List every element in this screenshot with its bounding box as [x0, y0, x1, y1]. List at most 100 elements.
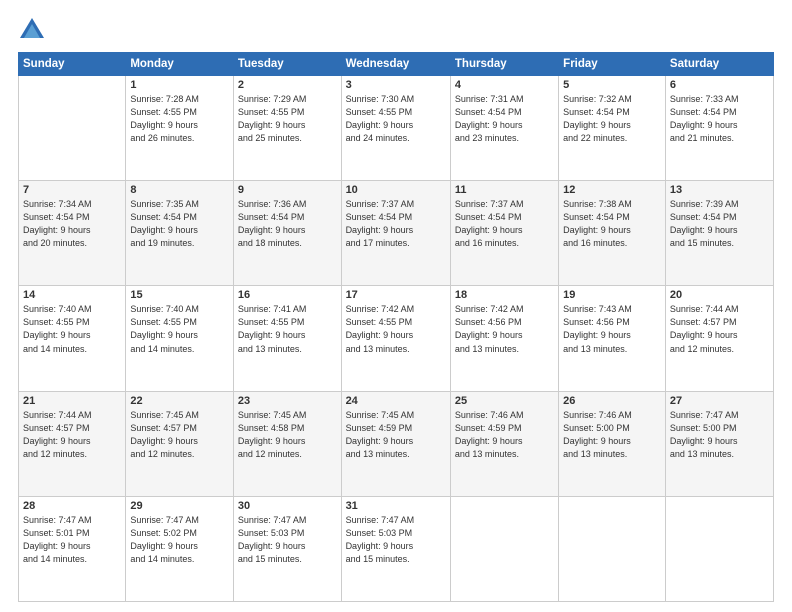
cell-content: Sunrise: 7:43 AM Sunset: 4:56 PM Dayligh… [563, 303, 661, 355]
day-number: 21 [23, 395, 121, 407]
cell-content: Sunrise: 7:36 AM Sunset: 4:54 PM Dayligh… [238, 198, 337, 250]
cell-content: Sunrise: 7:33 AM Sunset: 4:54 PM Dayligh… [670, 93, 769, 145]
week-row-2: 7 Sunrise: 7:34 AM Sunset: 4:54 PM Daylig… [19, 181, 774, 286]
calendar-cell: 31 Sunrise: 7:47 AM Sunset: 5:03 PM Dayli… [341, 496, 450, 601]
day-header-tuesday: Tuesday [233, 53, 341, 76]
cell-content: Sunrise: 7:29 AM Sunset: 4:55 PM Dayligh… [238, 93, 337, 145]
day-number: 17 [346, 289, 446, 301]
cell-content: Sunrise: 7:45 AM Sunset: 4:58 PM Dayligh… [238, 409, 337, 461]
page: SundayMondayTuesdayWednesdayThursdayFrid… [0, 0, 792, 612]
day-number: 13 [670, 184, 769, 196]
calendar-cell: 22 Sunrise: 7:45 AM Sunset: 4:57 PM Dayli… [126, 391, 234, 496]
cell-content: Sunrise: 7:46 AM Sunset: 4:59 PM Dayligh… [455, 409, 554, 461]
cell-content: Sunrise: 7:47 AM Sunset: 5:03 PM Dayligh… [346, 514, 446, 566]
calendar-cell: 5 Sunrise: 7:32 AM Sunset: 4:54 PM Daylig… [559, 76, 666, 181]
calendar-cell: 23Sunrise: 7:45 AM Sunset: 4:58 PM Dayli… [233, 391, 341, 496]
day-number: 27 [670, 395, 769, 407]
day-number: 12 [563, 184, 661, 196]
cell-content: Sunrise: 7:31 AM Sunset: 4:54 PM Dayligh… [455, 93, 554, 145]
cell-content: Sunrise: 7:45 AM Sunset: 4:59 PM Dayligh… [346, 409, 446, 461]
calendar-cell: 24 Sunrise: 7:45 AM Sunset: 4:59 PM Dayli… [341, 391, 450, 496]
calendar-cell [450, 496, 558, 601]
week-row-1: 1Sunrise: 7:28 AM Sunset: 4:55 PM Daylig… [19, 76, 774, 181]
cell-content: Sunrise: 7:37 AM Sunset: 4:54 PM Dayligh… [346, 198, 446, 250]
day-number: 25 [455, 395, 554, 407]
cell-content: Sunrise: 7:41 AM Sunset: 4:55 PM Dayligh… [238, 303, 337, 355]
calendar-cell: 18 Sunrise: 7:42 AM Sunset: 4:56 PM Dayli… [450, 286, 558, 391]
calendar-header: SundayMondayTuesdayWednesdayThursdayFrid… [19, 53, 774, 76]
day-header-friday: Friday [559, 53, 666, 76]
cell-content: Sunrise: 7:34 AM Sunset: 4:54 PM Dayligh… [23, 198, 121, 250]
calendar-cell: 14Sunrise: 7:40 AM Sunset: 4:55 PM Dayli… [19, 286, 126, 391]
cell-content: Sunrise: 7:38 AM Sunset: 4:54 PM Dayligh… [563, 198, 661, 250]
day-number: 31 [346, 500, 446, 512]
cell-content: Sunrise: 7:32 AM Sunset: 4:54 PM Dayligh… [563, 93, 661, 145]
calendar-cell: 9 Sunrise: 7:36 AM Sunset: 4:54 PM Daylig… [233, 181, 341, 286]
calendar-cell: 2 Sunrise: 7:29 AM Sunset: 4:55 PM Daylig… [233, 76, 341, 181]
cell-content: Sunrise: 7:47 AM Sunset: 5:03 PM Dayligh… [238, 514, 337, 566]
day-header-thursday: Thursday [450, 53, 558, 76]
day-number: 16 [238, 289, 337, 301]
day-number: 22 [130, 395, 229, 407]
calendar-cell: 3 Sunrise: 7:30 AM Sunset: 4:55 PM Daylig… [341, 76, 450, 181]
day-number: 9 [238, 184, 337, 196]
calendar-cell: 21 Sunrise: 7:44 AM Sunset: 4:57 PM Dayli… [19, 391, 126, 496]
week-row-3: 14 Sunrise: 7:40 AM Sunset: 4:55 PM Dayli… [19, 286, 774, 391]
day-number: 10 [346, 184, 446, 196]
cell-content: Sunrise: 7:42 AM Sunset: 4:56 PM Dayligh… [455, 303, 554, 355]
header [18, 16, 774, 44]
cell-content: Sunrise: 7:47 AM Sunset: 5:00 PM Dayligh… [670, 409, 769, 461]
day-header-wednesday: Wednesday [341, 53, 450, 76]
calendar-cell: 19 Sunrise: 7:43 AM Sunset: 4:56 PM Dayli… [559, 286, 666, 391]
logo [18, 16, 50, 44]
day-number: 4 [455, 79, 554, 91]
day-number: 14 [23, 289, 121, 301]
day-number: 7 [23, 184, 121, 196]
cell-content: Sunrise: 7:44 AM Sunset: 4:57 PM Dayligh… [23, 409, 121, 461]
day-number: 24 [346, 395, 446, 407]
cell-content: Sunrise: 7:30 AM Sunset: 4:55 PM Dayligh… [346, 93, 446, 145]
cell-content: Sunrise: 7:46 AM Sunset: 5:00 PM Dayligh… [563, 409, 661, 461]
calendar-cell: 25 Sunrise: 7:46 AM Sunset: 4:59 PM Dayli… [450, 391, 558, 496]
calendar-cell: 7 Sunrise: 7:34 AM Sunset: 4:54 PM Daylig… [19, 181, 126, 286]
cell-content: Sunrise: 7:37 AM Sunset: 4:54 PM Dayligh… [455, 198, 554, 250]
calendar-cell: 10 Sunrise: 7:37 AM Sunset: 4:54 PM Dayli… [341, 181, 450, 286]
day-number: 3 [346, 79, 446, 91]
calendar-cell: 6 Sunrise: 7:33 AM Sunset: 4:54 PM Daylig… [665, 76, 773, 181]
day-number: 20 [670, 289, 769, 301]
cell-content: Sunrise: 7:39 AM Sunset: 4:54 PM Dayligh… [670, 198, 769, 250]
days-of-week-row: SundayMondayTuesdayWednesdayThursdayFrid… [19, 53, 774, 76]
day-number: 26 [563, 395, 661, 407]
calendar-body: 1Sunrise: 7:28 AM Sunset: 4:55 PM Daylig… [19, 76, 774, 602]
cell-content: Sunrise: 7:47 AM Sunset: 5:01 PM Dayligh… [23, 514, 121, 566]
calendar-cell: 12 Sunrise: 7:38 AM Sunset: 4:54 PM Dayli… [559, 181, 666, 286]
calendar-cell: 28 Sunrise: 7:47 AM Sunset: 5:01 PM Dayli… [19, 496, 126, 601]
day-number: 8 [130, 184, 229, 196]
cell-content: Sunrise: 7:47 AM Sunset: 5:02 PM Dayligh… [130, 514, 229, 566]
day-number: 2 [238, 79, 337, 91]
day-header-monday: Monday [126, 53, 234, 76]
day-number: 18 [455, 289, 554, 301]
week-row-5: 28 Sunrise: 7:47 AM Sunset: 5:01 PM Dayli… [19, 496, 774, 601]
calendar-cell [559, 496, 666, 601]
calendar-cell: 15Sunrise: 7:40 AM Sunset: 4:55 PM Dayli… [126, 286, 234, 391]
calendar-cell: 11 Sunrise: 7:37 AM Sunset: 4:54 PM Dayli… [450, 181, 558, 286]
calendar-cell: 26 Sunrise: 7:46 AM Sunset: 5:00 PM Dayli… [559, 391, 666, 496]
day-header-saturday: Saturday [665, 53, 773, 76]
day-number: 5 [563, 79, 661, 91]
calendar-cell: 13 Sunrise: 7:39 AM Sunset: 4:54 PM Dayli… [665, 181, 773, 286]
calendar-table: SundayMondayTuesdayWednesdayThursdayFrid… [18, 52, 774, 602]
day-number: 1 [130, 79, 229, 91]
cell-content: Sunrise: 7:45 AM Sunset: 4:57 PM Dayligh… [130, 409, 229, 461]
day-number: 11 [455, 184, 554, 196]
day-number: 19 [563, 289, 661, 301]
cell-content: Sunrise: 7:40 AM Sunset: 4:55 PM Dayligh… [130, 303, 229, 355]
calendar-cell [665, 496, 773, 601]
day-number: 6 [670, 79, 769, 91]
calendar-cell: 20Sunrise: 7:44 AM Sunset: 4:57 PM Dayli… [665, 286, 773, 391]
calendar-cell: 1Sunrise: 7:28 AM Sunset: 4:55 PM Daylig… [126, 76, 234, 181]
cell-content: Sunrise: 7:35 AM Sunset: 4:54 PM Dayligh… [130, 198, 229, 250]
day-number: 28 [23, 500, 121, 512]
calendar-cell: 29Sunrise: 7:47 AM Sunset: 5:02 PM Dayli… [126, 496, 234, 601]
calendar-cell: 16 Sunrise: 7:41 AM Sunset: 4:55 PM Dayli… [233, 286, 341, 391]
